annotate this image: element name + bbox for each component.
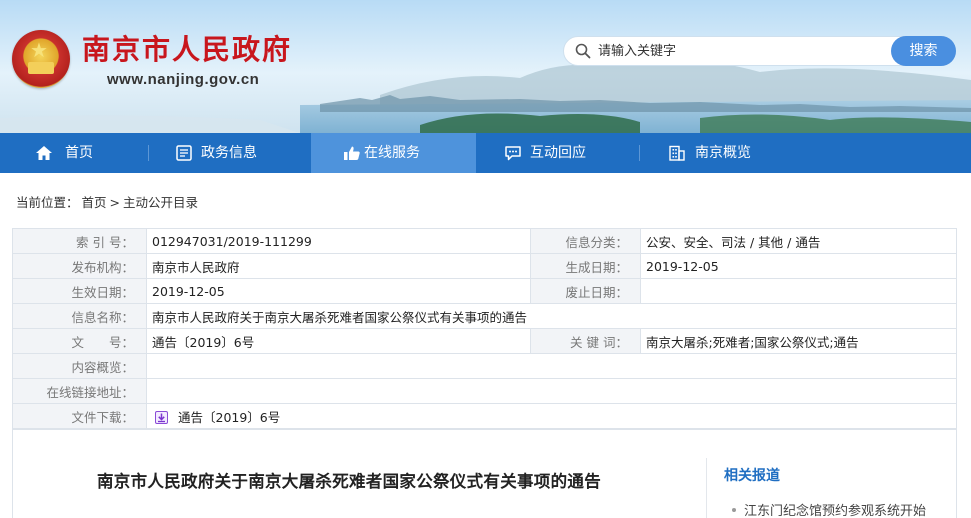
table-row: 内容概览： xyxy=(12,353,957,379)
file-download-link[interactable]: 通告〔2019〕6号 xyxy=(178,410,280,425)
breadcrumb-home-link[interactable]: 首页 xyxy=(82,195,107,210)
online-link-label: 在线链接地址： xyxy=(12,378,147,404)
table-row: 发布机构： 南京市人民政府 生成日期： 2019-12-05 xyxy=(12,253,957,279)
effective-date-label: 生效日期： xyxy=(12,278,147,304)
home-icon xyxy=(36,146,52,160)
category-label: 信息分类： xyxy=(530,228,641,254)
nav-item-online-service[interactable]: 在线服务 xyxy=(311,133,476,173)
related-reports-heading: 相关报道 xyxy=(724,468,780,484)
table-row: 在线链接地址： xyxy=(12,378,957,404)
bullet-icon xyxy=(732,508,736,512)
nav-item-gov-info[interactable]: 政务信息 xyxy=(149,133,311,173)
related-report-label: 江东门纪念馆预约参观系统开始 xyxy=(744,504,927,518)
file-download-cell: 通告〔2019〕6号 xyxy=(146,403,957,429)
keywords-label: 关 键 词： xyxy=(530,328,641,354)
expired-date-value xyxy=(640,278,957,304)
publisher-value: 南京市人民政府 xyxy=(146,253,531,279)
header-banner: ★ 南京市人民政府 www.nanjing.gov.cn 搜索 xyxy=(0,0,971,133)
search-icon xyxy=(575,43,591,59)
document-icon xyxy=(176,145,192,161)
info-name-label: 信息名称： xyxy=(12,303,147,329)
effective-date-value: 2019-12-05 xyxy=(146,278,531,304)
table-row: 文 号： 通告〔2019〕6号 关 键 词： 南京大屠杀;死难者;国家公祭仪式;… xyxy=(12,328,957,354)
nav-item-home[interactable]: 首页 xyxy=(0,133,148,173)
expired-date-label: 废止日期： xyxy=(530,278,641,304)
nav-item-label: 在线服务 xyxy=(364,145,420,161)
category-value: 公安、安全、司法 / 其他 / 通告 xyxy=(640,228,957,254)
summary-label: 内容概览： xyxy=(12,353,147,379)
article-title: 南京市人民政府关于南京大屠杀死难者国家公祭仪式有关事项的通告 xyxy=(97,472,601,491)
breadcrumb-separator: > xyxy=(109,195,121,210)
site-domain: www.nanjing.gov.cn xyxy=(107,71,260,88)
table-row: 文件下载： 通告〔2019〕6号 xyxy=(12,403,957,429)
doc-number-value: 通告〔2019〕6号 xyxy=(146,328,531,354)
breadcrumb-current-link[interactable]: 主动公开目录 xyxy=(123,195,198,210)
nav-item-label: 互动回应 xyxy=(530,145,586,161)
breadcrumb: 当前位置： 首页 > 主动公开目录 xyxy=(16,192,201,211)
created-date-label: 生成日期： xyxy=(530,253,641,279)
document-info-table: 索 引 号： 012947031/2019-111299 信息分类： 公安、安全… xyxy=(12,228,957,429)
table-row: 信息名称： 南京市人民政府关于南京大屠杀死难者国家公祭仪式有关事项的通告 xyxy=(12,303,957,329)
created-date-value: 2019-12-05 xyxy=(640,253,957,279)
info-name-value: 南京市人民政府关于南京大屠杀死难者国家公祭仪式有关事项的通告 xyxy=(146,303,957,329)
index-label: 索 引 号： xyxy=(12,228,147,254)
breadcrumb-prefix: 当前位置： xyxy=(16,195,79,210)
nav-item-nanjing-overview[interactable]: 南京概览 xyxy=(640,133,810,173)
summary-value xyxy=(146,353,957,379)
doc-number-label: 文 号： xyxy=(12,328,147,354)
file-download-label: 文件下载： xyxy=(12,403,147,429)
building-icon xyxy=(669,145,685,161)
table-row: 索 引 号： 012947031/2019-111299 信息分类： 公安、安全… xyxy=(12,228,957,254)
nav-item-label: 南京概览 xyxy=(695,145,751,161)
thumbs-up-icon xyxy=(344,146,360,160)
keywords-value: 南京大屠杀;死难者;国家公祭仪式;通告 xyxy=(640,328,957,354)
search-button[interactable]: 搜索 xyxy=(891,36,956,66)
nav-item-label: 政务信息 xyxy=(201,145,257,161)
table-row: 生效日期： 2019-12-05 废止日期： xyxy=(12,278,957,304)
chat-icon xyxy=(505,146,521,161)
index-value: 012947031/2019-111299 xyxy=(146,228,531,254)
sidebar-divider xyxy=(706,458,707,518)
main-nav: 首页 政务信息 在线服务 互动回应 南京概览 xyxy=(0,133,971,173)
nav-item-interaction[interactable]: 互动回应 xyxy=(476,133,639,173)
online-link-value xyxy=(146,378,957,404)
site-title[interactable]: 南京市人民政府 xyxy=(82,33,292,67)
download-icon[interactable] xyxy=(155,410,168,424)
national-emblem-logo: ★ xyxy=(12,30,70,88)
nav-item-label: 首页 xyxy=(65,145,93,161)
related-report-link[interactable]: 江东门纪念馆预约参观系统开始 xyxy=(732,500,926,518)
search-input[interactable] xyxy=(598,41,878,61)
publisher-label: 发布机构： xyxy=(12,253,147,279)
